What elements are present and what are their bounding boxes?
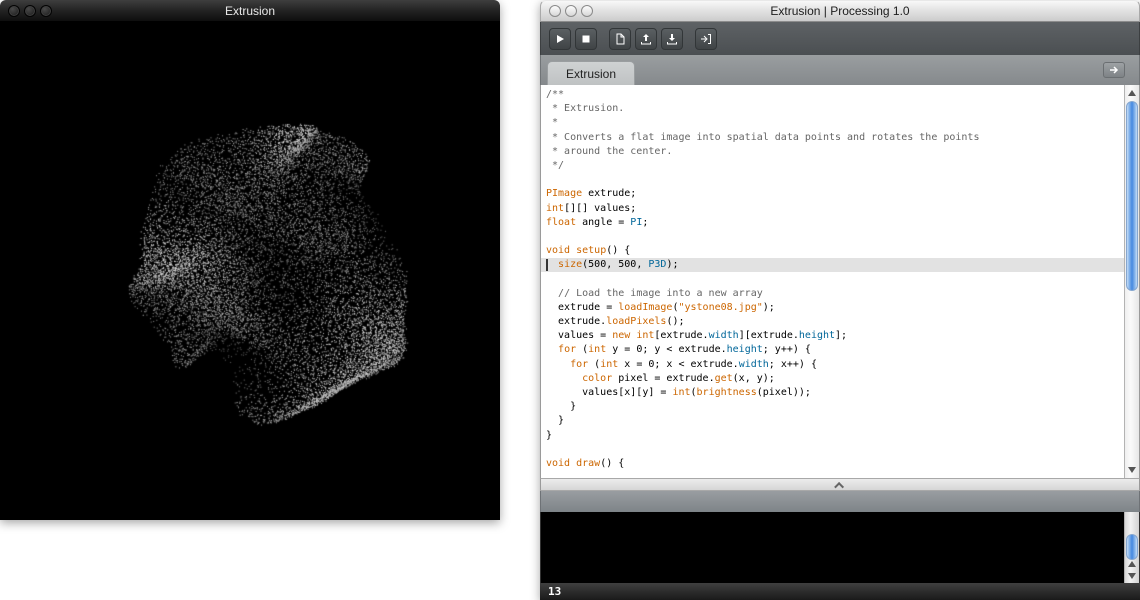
zoom-button[interactable] bbox=[581, 5, 593, 17]
up-arrow-icon bbox=[1128, 561, 1136, 567]
minimize-button[interactable] bbox=[565, 5, 577, 17]
sketch-window-controls bbox=[0, 5, 52, 17]
ide-titlebar[interactable]: Extrusion | Processing 1.0 bbox=[540, 0, 1140, 22]
scroll-up-button[interactable] bbox=[1125, 86, 1139, 100]
minimize-button[interactable] bbox=[24, 5, 36, 17]
ide-window-title: Extrusion | Processing 1.0 bbox=[541, 4, 1139, 18]
scroll-up-button[interactable] bbox=[1125, 558, 1139, 570]
code-line[interactable]: } bbox=[541, 429, 1124, 443]
tab-extrusion[interactable]: Extrusion bbox=[547, 61, 635, 85]
code-line[interactable]: } bbox=[541, 414, 1124, 428]
close-button[interactable] bbox=[8, 5, 20, 17]
sketch-window: Extrusion bbox=[0, 0, 500, 520]
ide-toolbar bbox=[540, 22, 1140, 55]
code-line[interactable] bbox=[541, 443, 1124, 457]
code-line[interactable]: values[x][y] = int(brightness(pixel)); bbox=[541, 386, 1124, 400]
code-line[interactable]: color pixel = extrude.get(x, y); bbox=[541, 372, 1124, 386]
console-scroll-arrows bbox=[1125, 558, 1139, 582]
code-line[interactable] bbox=[541, 173, 1124, 187]
tab-menu-arrow-icon bbox=[1109, 66, 1119, 74]
sketch-window-title: Extrusion bbox=[0, 4, 500, 18]
up-arrow-icon bbox=[1128, 90, 1136, 96]
code-line[interactable]: * Converts a flat image into spatial dat… bbox=[541, 131, 1124, 145]
down-arrow-icon bbox=[1128, 573, 1136, 579]
console-scrollbar[interactable] bbox=[1124, 512, 1139, 583]
code-line[interactable]: extrude.loadPixels(); bbox=[541, 315, 1124, 329]
code-line[interactable]: * bbox=[541, 116, 1124, 130]
down-arrow-icon bbox=[1128, 467, 1136, 473]
tab-label: Extrusion bbox=[566, 67, 616, 81]
sketch-titlebar[interactable]: Extrusion bbox=[0, 0, 500, 22]
splitter-grip[interactable] bbox=[831, 481, 849, 490]
ide-window-controls bbox=[541, 5, 593, 17]
code-line[interactable]: PImage extrude; bbox=[541, 187, 1124, 201]
code-line-current[interactable]: size(500, 500, P3D); bbox=[541, 258, 1124, 272]
code-line[interactable]: // Load the image into a new array bbox=[541, 287, 1124, 301]
open-sketch-button[interactable] bbox=[635, 28, 657, 50]
stop-button[interactable] bbox=[575, 28, 597, 50]
play-icon bbox=[555, 34, 565, 44]
stop-icon bbox=[581, 34, 591, 44]
text-cursor bbox=[546, 259, 548, 271]
console-scrollbar-thumb[interactable] bbox=[1126, 534, 1138, 560]
scroll-down-button[interactable] bbox=[1125, 463, 1139, 477]
code-line[interactable]: * Extrusion. bbox=[541, 102, 1124, 116]
code-line[interactable] bbox=[541, 272, 1124, 286]
current-line-number: 13 bbox=[540, 585, 561, 598]
code-line[interactable]: */ bbox=[541, 159, 1124, 173]
save-arrow-down-icon bbox=[666, 33, 678, 45]
status-bar: 13 bbox=[540, 583, 1140, 600]
export-button[interactable] bbox=[695, 28, 717, 50]
zoom-button[interactable] bbox=[40, 5, 52, 17]
console[interactable] bbox=[540, 512, 1140, 583]
code-line[interactable]: * around the center. bbox=[541, 145, 1124, 159]
new-sketch-button[interactable] bbox=[609, 28, 631, 50]
scroll-down-button[interactable] bbox=[1125, 570, 1139, 582]
code-line[interactable]: for (int y = 0; y < extrude.height; y++)… bbox=[541, 343, 1124, 357]
code-area[interactable]: /** * Extrusion. * * Converts a flat ima… bbox=[541, 85, 1124, 471]
editor-scrollbar[interactable] bbox=[1124, 85, 1139, 478]
code-line[interactable] bbox=[541, 230, 1124, 244]
editor-horizontal-scrollbar[interactable] bbox=[540, 478, 1140, 491]
ide-window: Extrusion | Processing 1.0 Extrusion /** bbox=[540, 0, 1140, 600]
open-arrow-up-icon bbox=[640, 33, 652, 45]
message-area bbox=[540, 491, 1140, 512]
code-line[interactable]: for (int x = 0; x < extrude.width; x++) … bbox=[541, 358, 1124, 372]
code-line[interactable]: float angle = PI; bbox=[541, 216, 1124, 230]
code-line[interactable]: int[][] values; bbox=[541, 202, 1124, 216]
run-button[interactable] bbox=[549, 28, 571, 50]
sketch-point-cloud-canvas bbox=[0, 22, 500, 520]
code-line[interactable]: values = new int[extrude.width][extrude.… bbox=[541, 329, 1124, 343]
code-line[interactable]: void draw() { bbox=[541, 457, 1124, 471]
close-button[interactable] bbox=[549, 5, 561, 17]
code-line[interactable]: /** bbox=[541, 88, 1124, 102]
code-line[interactable]: extrude = loadImage("ystone08.jpg"); bbox=[541, 301, 1124, 315]
editor-scrollbar-thumb[interactable] bbox=[1126, 101, 1138, 291]
tab-menu-button[interactable] bbox=[1103, 62, 1125, 78]
new-file-icon bbox=[614, 33, 626, 45]
tab-strip: Extrusion bbox=[540, 55, 1140, 85]
code-line[interactable]: } bbox=[541, 400, 1124, 414]
code-editor[interactable]: /** * Extrusion. * * Converts a flat ima… bbox=[540, 85, 1140, 478]
save-sketch-button[interactable] bbox=[661, 28, 683, 50]
code-line[interactable]: void setup() { bbox=[541, 244, 1124, 258]
export-arrow-right-icon bbox=[700, 33, 712, 45]
